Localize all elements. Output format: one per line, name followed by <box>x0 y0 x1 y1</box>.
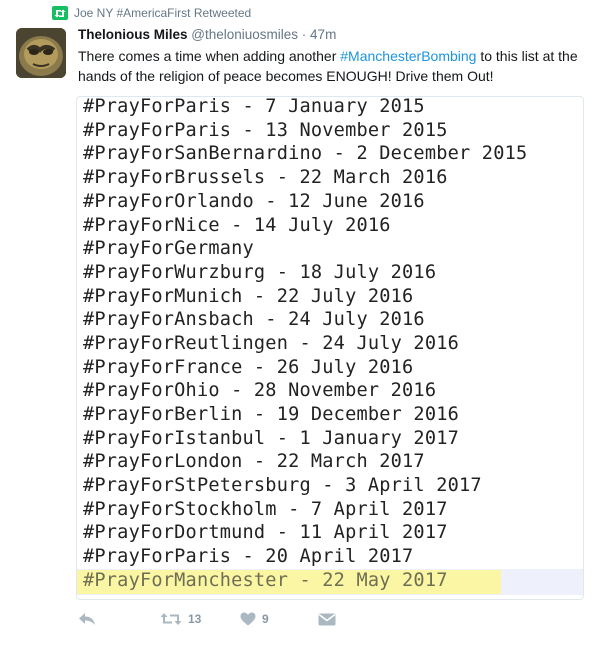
list-line: #PrayForGermany <box>83 238 254 259</box>
direct-message-button[interactable] <box>318 613 336 626</box>
list-line: #PrayForParis - 7 January 2015 <box>83 96 425 117</box>
tweet-actions: 13 9 <box>78 608 336 630</box>
list-line: #PrayForNice - 14 July 2016 <box>83 215 391 236</box>
list-line: #PrayForOrlando - 12 June 2016 <box>83 191 425 212</box>
list-line: #PrayForOhio - 28 November 2016 <box>83 380 437 401</box>
retweet-context: Joe NY #AmericaFirst Retweeted <box>52 6 251 20</box>
list-line-highlighted: #PrayForManchester - 22 May 2017 <box>83 570 448 591</box>
tweet-text: There comes a time when adding another #… <box>78 46 588 86</box>
separator-dot: · <box>298 27 311 42</box>
heart-icon <box>240 612 256 626</box>
list-line: #PrayForIstanbul - 1 January 2017 <box>83 428 460 449</box>
reply-button[interactable] <box>78 612 160 626</box>
list-line: #PrayForFrance - 26 July 2016 <box>83 357 414 378</box>
list-line: #PrayForDortmund - 11 April 2017 <box>83 522 448 543</box>
list-line: #PrayForBerlin - 19 December 2016 <box>83 404 460 425</box>
list-line: #PrayForMunich - 22 July 2016 <box>83 286 414 307</box>
list-line: #PrayForSanBernardino - 2 December 2015 <box>83 143 528 164</box>
retweet-icon <box>52 6 68 20</box>
list-line: #PrayForAnsbach - 24 July 2016 <box>83 309 425 330</box>
retweet-count: 13 <box>188 612 202 626</box>
like-count: 9 <box>262 612 269 626</box>
retweet-context-text[interactable]: Joe NY #AmericaFirst Retweeted <box>74 6 251 20</box>
author-handle[interactable]: @theloniuosmiles <box>191 27 298 42</box>
attached-image[interactable]: #PrayForParis - 7 January 2015 #PrayForP… <box>76 96 584 600</box>
list-line: #PrayForWurzburg - 18 July 2016 <box>83 262 437 283</box>
tweet-header: Thelonious Miles @theloniuosmiles · 47m <box>78 27 336 42</box>
list-line: #PrayForReutlingen - 24 July 2016 <box>83 333 460 354</box>
like-button[interactable]: 9 <box>240 612 318 626</box>
hashtag-link[interactable]: #ManchesterBombing <box>340 48 476 64</box>
envelope-icon <box>318 613 336 626</box>
list-line: #PrayForStockholm - 7 April 2017 <box>83 499 448 520</box>
reply-icon <box>78 612 96 626</box>
list-line: #PrayForParis - 20 April 2017 <box>83 546 414 567</box>
tweet[interactable]: Joe NY #AmericaFirst Retweeted Theloniou… <box>0 0 595 646</box>
timestamp[interactable]: 47m <box>310 27 336 42</box>
avatar[interactable] <box>16 28 66 78</box>
author-name[interactable]: Thelonious Miles <box>78 27 188 42</box>
retweet-button[interactable]: 13 <box>160 612 240 626</box>
list-line: #PrayForStPetersburg - 3 April 2017 <box>83 475 482 496</box>
list-line: #PrayForLondon - 22 March 2017 <box>83 451 425 472</box>
retweet-icon <box>160 612 182 626</box>
list-line: #PrayForParis - 13 November 2015 <box>83 120 448 141</box>
list-line: #PrayForBrussels - 22 March 2016 <box>83 167 448 188</box>
tweet-text-before: There comes a time when adding another <box>78 48 341 64</box>
